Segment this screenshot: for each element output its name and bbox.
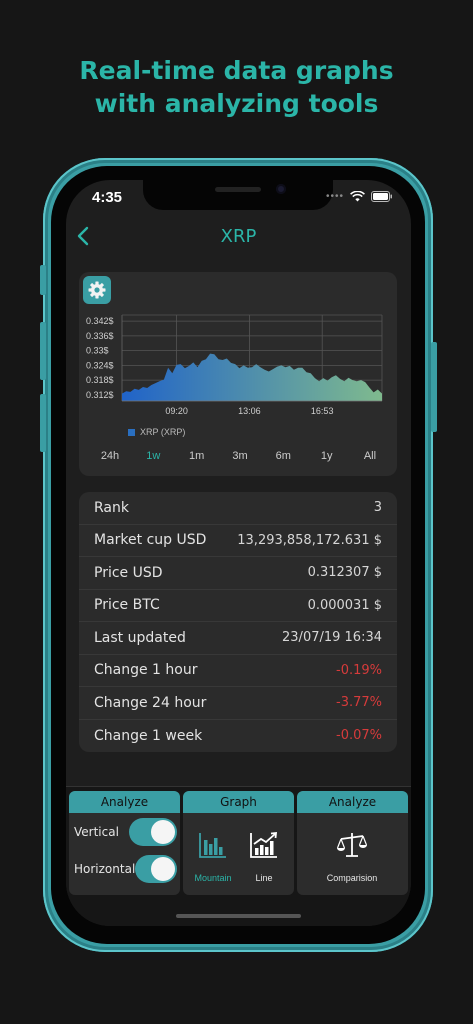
promo-headline: Real-time data graphs with analyzing too… [0,54,473,120]
price-area [122,353,382,401]
info-label: Change 1 week [94,727,203,744]
info-row-change-1h: Change 1 hour -0.19% [79,655,397,687]
graph-panel-title: Graph [183,791,294,813]
info-value: 3 [373,500,382,516]
comparison-option[interactable]: Comparision [324,813,380,895]
info-row-change-1w: Change 1 week -0.07% [79,720,397,753]
time-range-selector: 24h 1w 1m 3m 6m 1y All [84,450,396,462]
comparison-label: Comparision [326,873,378,883]
range-1m[interactable]: 1m [181,450,213,462]
info-label: Last updated [94,629,186,646]
vertical-label: Vertical [74,825,119,839]
price-chart[interactable]: 0.312$ 0.318$ 0.324$ 0.33$ 0.336$ 0.342$ 09:20… [79,272,397,422]
range-24h[interactable]: 24h [94,450,126,462]
info-value: -3.77% [336,695,382,711]
x-tick-label: 13:06 [238,406,261,416]
line-label: Line [255,873,273,883]
y-tick-label: 0.324$ [86,360,114,370]
info-row-price-btc: Price BTC 0.000031 $ [79,590,397,622]
x-tick-label: 16:53 [311,406,334,416]
phone-volume-up [40,322,46,380]
info-row-market-cap: Market cup USD 13,293,858,172.631 $ [79,525,397,557]
info-row-change-24h: Change 24 hour -3.77% [79,687,397,720]
range-1y[interactable]: 1y [311,450,343,462]
phone-notch [143,180,333,210]
info-value: 13,293,858,172.631 $ [237,532,382,548]
info-label: Change 24 hour [94,694,207,711]
info-value: -0.19% [336,662,382,678]
comparison-panel-title: Analyze [297,791,408,813]
phone-volume-down [40,394,46,452]
info-label: Price USD [94,564,163,581]
battery-icon [371,191,392,202]
info-row-rank: Rank 3 [79,492,397,525]
coin-info-card: Rank 3 Market cup USD 13,293,858,172.631… [79,492,397,752]
status-time: 4:35 [92,189,123,206]
speaker-grille [215,187,261,192]
range-6m[interactable]: 6m [267,450,299,462]
legend-swatch [128,428,135,436]
info-label: Price BTC [94,597,160,614]
toggle-knob [151,857,175,881]
mountain-graph-option[interactable]: Mountain [185,813,241,895]
analyze-panel-title[interactable]: Analyze [69,791,180,813]
info-row-last-updated: Last updated 23/07/19 16:34 [79,622,397,655]
info-value: 23/07/19 16:34 [282,630,382,646]
chart-card: 0.312$ 0.318$ 0.324$ 0.33$ 0.336$ 0.342$ 09:20… [79,272,397,476]
balance-scale-icon [336,833,368,857]
mountain-chart-icon [199,833,226,858]
info-value: 0.312307 $ [307,565,382,581]
line-graph-option[interactable]: Line [236,813,292,895]
chart-settings-button[interactable] [83,276,111,304]
toggle-knob [151,820,175,844]
y-tick-label: 0.318$ [86,375,114,385]
info-label: Change 1 hour [94,662,198,679]
y-tick-label: 0.33$ [86,346,109,356]
y-tick-label: 0.342$ [86,316,114,326]
promo-line-1: Real-time data graphs [79,56,394,85]
horizontal-toggle[interactable] [135,855,177,883]
y-tick-label: 0.336$ [86,331,114,341]
range-1w[interactable]: 1w [137,450,169,462]
range-3m[interactable]: 3m [224,450,256,462]
chart-legend: XRP (XRP) [128,427,185,437]
y-tick-label: 0.312$ [86,390,114,400]
x-tick-label: 09:20 [165,406,188,416]
horizontal-toggle-row: Horizontal [69,853,180,885]
analyze-panel: Analyze Vertical Horizontal [69,791,180,895]
horizontal-label: Horizontal [74,862,136,876]
phone-power-button [431,342,437,432]
line-chart-icon [250,831,278,858]
signal-dots-icon: •••• [325,191,344,202]
page-title: XRP [220,226,257,247]
legend-label: XRP (XRP) [140,427,186,437]
info-row-price-usd: Price USD 0.312307 $ [79,557,397,590]
wifi-icon [350,191,365,202]
promo-line-2: with analyzing tools [94,89,379,118]
gear-icon [88,281,106,299]
analysis-toolbar: Analyze Vertical Horizontal Graph Mounta… [66,786,411,926]
info-value: -0.07% [336,728,382,744]
vertical-toggle[interactable] [129,818,177,846]
app-screen: 4:35 •••• XRP 0.312$ 0.318$ 0.324$ 0.33$ 0.3… [66,180,411,926]
front-camera [276,184,286,194]
info-value: 0.000031 $ [307,597,382,613]
phone-mute-switch [40,265,46,295]
info-label: Rank [94,499,129,516]
home-indicator [176,914,301,918]
info-label: Market cup USD [94,532,207,549]
comparison-panel: Analyze Comparision [297,791,408,895]
status-icons: •••• [326,191,393,202]
mountain-label: Mountain [194,873,232,883]
range-all[interactable]: All [354,450,386,462]
vertical-toggle-row: Vertical [69,816,180,848]
graph-panel: Graph Mountain Line [183,791,294,895]
